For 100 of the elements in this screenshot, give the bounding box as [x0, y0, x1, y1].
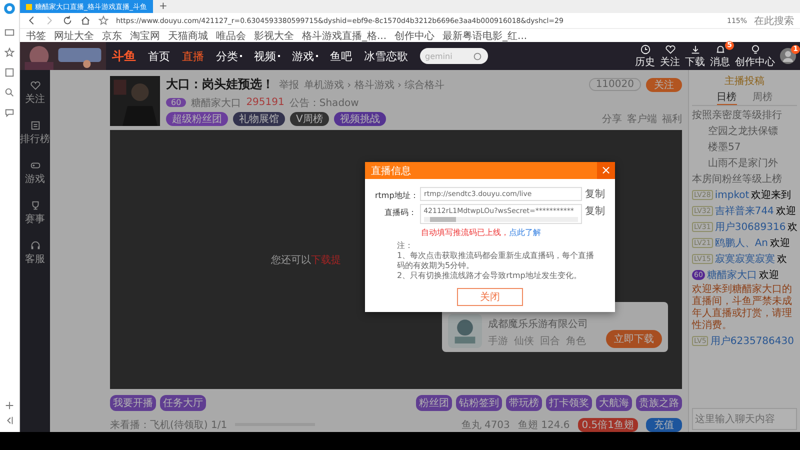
chat-text: 欢 — [788, 221, 798, 234]
nav-item[interactable]: 鱼吧 — [330, 48, 352, 64]
category-breadcrumb[interactable]: 单机游戏 › 格斗游戏 › 综合格斗 — [304, 78, 445, 92]
side-nav-item[interactable]: 游戏 — [25, 160, 45, 186]
nav-item[interactable]: 直播 — [182, 48, 204, 64]
feature-badge[interactable]: 带玩榜 — [506, 395, 542, 411]
side-nav-item[interactable]: 排行榜 — [20, 120, 50, 146]
rank-tab[interactable]: 日榜 — [716, 90, 736, 105]
copy-link[interactable]: 复制 — [585, 204, 605, 218]
chat-input[interactable]: 这里输入聊天内容 — [692, 408, 797, 430]
room-tag[interactable]: V周榜 — [290, 112, 329, 126]
bookmark-link[interactable]: 京东 — [102, 29, 122, 42]
side-nav-item[interactable]: 客服 — [25, 240, 45, 266]
new-tab-button[interactable]: + — [153, 0, 174, 13]
coin-balance: 鱼丸 4703 — [461, 418, 510, 432]
announcement: 公告：Shadow — [289, 96, 359, 110]
feature-badge[interactable]: 任务大厅 — [160, 395, 206, 411]
nav-item[interactable]: 视频 — [254, 48, 280, 64]
task-label: 来看播：飞机(待领取) 1/1 — [110, 418, 228, 432]
field-label: 直播码： — [384, 207, 417, 218]
heart-icon — [30, 80, 40, 91]
rank-entry[interactable]: 楼墨57 — [692, 140, 797, 154]
rate-badge[interactable]: 0.5倍1鱼翅 — [578, 418, 638, 432]
room-action[interactable]: 分享 — [602, 112, 622, 126]
browser-logo-icon[interactable] — [3, 2, 16, 15]
bookmark-link[interactable]: 影视大全 — [254, 29, 294, 42]
rank-tab[interactable]: 周榜 — [752, 90, 772, 105]
reload-icon[interactable] — [62, 15, 73, 26]
chat-bubble-icon[interactable] — [4, 107, 15, 118]
nav-item[interactable]: 游戏 — [292, 48, 318, 64]
bookmark-link[interactable]: 淘宝网 — [130, 29, 160, 42]
bookmark-link[interactable]: 唯品会 — [216, 29, 246, 42]
feature-badge[interactable]: 打卡领奖 — [546, 395, 592, 411]
chat-username[interactable]: 糖醋家大口 — [706, 268, 757, 282]
room-tag[interactable]: 超级粉丝团 — [166, 112, 228, 126]
side-nav-item[interactable]: 赛事 — [25, 200, 45, 226]
room-action[interactable]: 客户端 — [627, 112, 657, 126]
search-icon[interactable] — [472, 50, 483, 62]
bookmark-link[interactable]: 网址大全 — [54, 29, 94, 42]
follow-button[interactable]: 关注 — [646, 78, 682, 92]
field-label: rtmp地址： — [375, 190, 417, 201]
cup-icon — [30, 200, 40, 211]
side-nav-item[interactable]: 关注 — [25, 80, 45, 106]
heart-icon — [664, 44, 676, 54]
header-action[interactable]: 下载 — [685, 44, 705, 68]
add-icon[interactable] — [4, 400, 15, 411]
close-button[interactable]: × — [597, 162, 615, 179]
bookmark-link[interactable]: 格斗游戏直播_格... — [302, 29, 387, 42]
chat-username[interactable]: 寂寞寂寞寂寞 — [714, 252, 775, 266]
header-action[interactable]: 关注 — [660, 44, 680, 68]
room-tag[interactable]: 视频挑战 — [334, 112, 386, 126]
bookmarks-menu[interactable]: 书签 — [26, 29, 46, 42]
chat-text: 欢迎 — [758, 268, 779, 282]
anchor-name[interactable]: 糖醋家大口 — [191, 96, 242, 110]
rank-entry[interactable]: 山雨不是家门外 — [692, 156, 797, 170]
recharge-button[interactable]: 充值 — [646, 418, 682, 432]
feature-badge[interactable]: 粉丝团 — [416, 395, 452, 411]
room-action[interactable]: 福利 — [662, 112, 682, 126]
feature-badge[interactable]: 钻粉签到 — [456, 395, 502, 411]
chat-username[interactable]: 吉祥普来744 — [714, 204, 774, 218]
ad-tag: 角色 — [566, 334, 586, 348]
chat-username[interactable]: 用户6235786430 — [710, 334, 794, 348]
star-icon[interactable] — [4, 47, 15, 58]
bookmark-star-icon[interactable] — [98, 15, 109, 26]
feature-badge[interactable]: 大航海 — [596, 395, 632, 411]
scrollbar[interactable] — [424, 217, 578, 222]
copy-link[interactable]: 复制 — [585, 187, 605, 201]
nav-item[interactable]: 首页 — [148, 48, 170, 64]
bookmark-link[interactable]: 创作中心 — [394, 29, 435, 42]
chat-username[interactable]: impkot — [714, 190, 750, 200]
popularity-count: 295191 — [246, 97, 284, 108]
report-link[interactable]: 举报 — [279, 78, 299, 92]
game-icon — [30, 160, 40, 171]
feature-badge[interactable]: 我要开播 — [110, 395, 156, 411]
nav-item[interactable]: 分类 — [216, 48, 242, 64]
header-action[interactable]: 历史 — [635, 44, 655, 68]
hint-text: 自动填写推流码已上线， — [421, 227, 509, 238]
player-message: 您还可以 — [271, 254, 311, 266]
chat-username[interactable]: 用户30689316 — [714, 220, 786, 234]
home-icon[interactable] — [80, 15, 91, 26]
chat-notice: 本房间粉丝等级上榜 — [692, 172, 783, 186]
panel-title[interactable]: 主播投稿 — [724, 74, 764, 88]
rank-entry[interactable]: 空园之龙扶保镖 — [692, 124, 797, 138]
browser-search-field[interactable]: 在此搜索 — [754, 14, 794, 28]
level-badge: 60 — [166, 98, 186, 107]
header-action[interactable]: 创作中心 — [735, 44, 775, 68]
site-logo[interactable]: 斗鱼 — [112, 48, 136, 64]
feature-badge[interactable]: 贵族之路 — [636, 395, 682, 411]
nav-item[interactable]: 冰雪恋歌 — [364, 48, 408, 64]
bookmark-link[interactable]: 最新粤语电影_红... — [442, 29, 528, 42]
room-tag[interactable]: 礼物展馆 — [233, 112, 285, 126]
close-button[interactable]: 关闭 — [457, 288, 523, 306]
bell-icon — [714, 44, 726, 54]
learn-more-link[interactable]: 点此了解 — [509, 227, 541, 238]
chat-username[interactable]: 鸥鹏人、An — [714, 236, 768, 250]
ad-tag: 仙侠 — [514, 334, 534, 348]
clock-icon — [640, 44, 650, 54]
download-button[interactable]: 立即下载 — [606, 330, 662, 348]
search-icon[interactable] — [4, 87, 15, 98]
bookmark-link[interactable]: 天猫商城 — [168, 29, 208, 42]
